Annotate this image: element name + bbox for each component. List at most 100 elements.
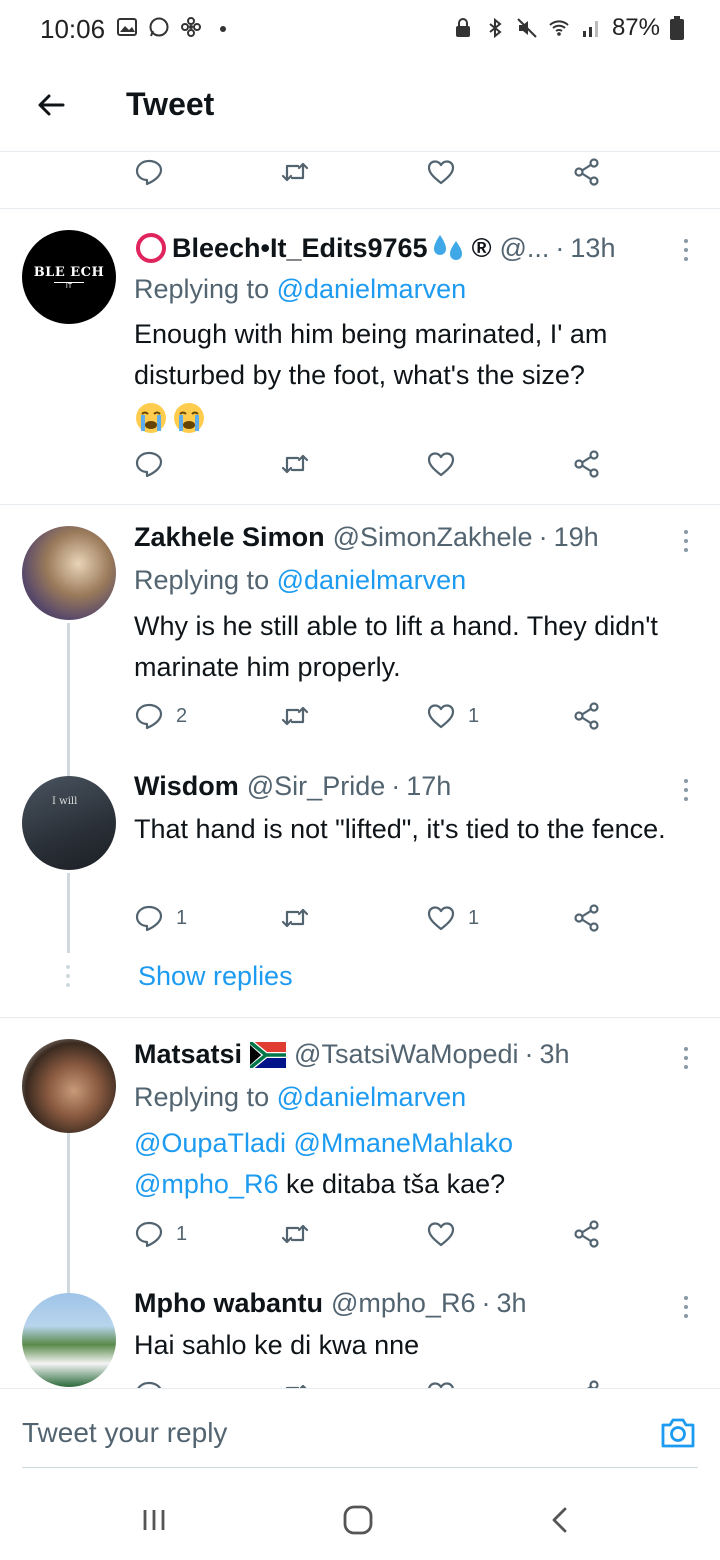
display-name[interactable]: Zakhele Simon bbox=[134, 522, 325, 553]
replying-mention[interactable]: @danielmarven bbox=[277, 565, 467, 595]
mention-link[interactable]: @mpho_R6 bbox=[134, 1169, 278, 1199]
replying-to: Replying to @danielmarven bbox=[134, 274, 466, 305]
system-nav-bar bbox=[0, 1470, 720, 1560]
tweet-actions bbox=[134, 1379, 614, 1388]
tweet-actions: 2 1 bbox=[134, 701, 614, 741]
dot-icon bbox=[220, 26, 226, 32]
display-name[interactable]: Matsatsi bbox=[134, 1039, 242, 1070]
back-button[interactable] bbox=[28, 82, 74, 128]
separator-dot: · bbox=[524, 1039, 534, 1069]
reply-icon bbox=[135, 451, 163, 478]
replying-mention[interactable]: @danielmarven bbox=[277, 274, 467, 304]
retweet-button[interactable] bbox=[280, 1219, 310, 1249]
share-button[interactable] bbox=[572, 701, 602, 731]
mention-link[interactable]: @OupaTladi bbox=[134, 1128, 286, 1158]
page-title: Tweet bbox=[126, 86, 215, 122]
heart-icon bbox=[427, 906, 455, 931]
divider bbox=[0, 1017, 720, 1018]
circle-icon bbox=[136, 233, 166, 263]
reply-icon bbox=[135, 905, 163, 932]
mute-icon bbox=[517, 18, 537, 38]
like-button[interactable] bbox=[426, 1379, 456, 1388]
share-button[interactable] bbox=[572, 903, 602, 933]
handle[interactable]: @SimonZakhele bbox=[333, 522, 533, 553]
system-back-button[interactable] bbox=[540, 1500, 580, 1540]
reply-button[interactable] bbox=[134, 1379, 164, 1388]
retweet-icon bbox=[281, 454, 309, 474]
handle[interactable]: @... bbox=[499, 233, 549, 264]
replies-feed[interactable]: BLE ECH IT Bleech•It_Edits9765 ® @... · … bbox=[0, 153, 720, 1388]
more-options-button[interactable] bbox=[676, 526, 696, 556]
heart-icon bbox=[428, 1382, 454, 1388]
more-options-button[interactable] bbox=[676, 1043, 696, 1073]
avatar[interactable] bbox=[22, 1293, 116, 1387]
wifi-icon bbox=[549, 20, 569, 36]
separator-dot: · bbox=[555, 232, 565, 263]
like-button[interactable]: 1 bbox=[426, 701, 479, 731]
mention-link[interactable]: @MmaneMahlako bbox=[294, 1128, 514, 1158]
recent-apps-button[interactable] bbox=[134, 1500, 174, 1540]
reply-input[interactable]: Tweet your reply bbox=[22, 1417, 227, 1449]
camera-button[interactable] bbox=[658, 1413, 698, 1453]
bluetooth-icon bbox=[489, 17, 502, 39]
reply-button[interactable]: 1 bbox=[134, 903, 187, 933]
display-name[interactable]: Wisdom bbox=[134, 771, 239, 802]
reply-button[interactable] bbox=[134, 449, 164, 479]
reply-button[interactable]: 1 bbox=[134, 1219, 187, 1249]
tweet-header: Bleech•It_Edits9765 ® @... · 13h bbox=[134, 231, 694, 265]
replying-prefix: Replying to bbox=[134, 1082, 277, 1112]
timestamp: 3h bbox=[496, 1288, 527, 1318]
thread-line bbox=[67, 623, 70, 783]
tweet-text: Why is he still able to lift a hand. The… bbox=[134, 611, 658, 682]
avatar-logo-subtext: IT bbox=[53, 281, 85, 290]
reply-button[interactable] bbox=[134, 157, 164, 187]
sweat-droplets-icon bbox=[433, 235, 462, 260]
retweet-button[interactable] bbox=[280, 157, 310, 187]
handle[interactable]: @Sir_Pride bbox=[247, 771, 385, 802]
like-button[interactable] bbox=[426, 157, 456, 187]
retweet-button[interactable] bbox=[280, 1379, 310, 1388]
share-icon bbox=[574, 158, 599, 186]
retweet-icon bbox=[281, 1224, 309, 1244]
retweet-button[interactable] bbox=[280, 701, 310, 731]
avatar[interactable] bbox=[22, 1039, 116, 1133]
like-button[interactable] bbox=[426, 449, 456, 479]
share-button[interactable] bbox=[572, 449, 602, 479]
retweet-icon bbox=[281, 908, 309, 928]
avatar[interactable]: BLE ECH IT bbox=[22, 230, 116, 324]
display-name[interactable]: Bleech•It_Edits9765 bbox=[172, 233, 428, 264]
heart-icon bbox=[427, 1222, 455, 1247]
home-button[interactable] bbox=[338, 1500, 378, 1540]
reply-button[interactable]: 2 bbox=[134, 701, 187, 731]
display-name[interactable]: Mpho wabantu bbox=[134, 1288, 323, 1319]
share-button[interactable] bbox=[572, 157, 602, 187]
avatar-text: I will bbox=[52, 796, 78, 807]
chevron-left-icon bbox=[552, 1507, 567, 1533]
replying-mention[interactable]: @danielmarven bbox=[277, 1082, 467, 1112]
handle[interactable]: @mpho_R6 bbox=[331, 1288, 475, 1319]
avatar[interactable] bbox=[22, 526, 116, 620]
tweet-text: Enough with him being marinated, I' am d… bbox=[134, 314, 694, 437]
share-button[interactable] bbox=[572, 1379, 602, 1388]
more-options-button[interactable] bbox=[676, 235, 696, 265]
replying-to: Replying to @danielmarven bbox=[134, 1082, 466, 1113]
more-options-button[interactable] bbox=[676, 775, 696, 805]
tweet-header: Zakhele Simon @SimonZakhele · 19h bbox=[134, 522, 694, 553]
lock-icon bbox=[455, 18, 470, 37]
tweet-text-content: Enough with him being marinated, I' am d… bbox=[134, 319, 608, 390]
like-button[interactable]: 1 bbox=[426, 903, 479, 933]
show-replies-link[interactable]: Show replies bbox=[138, 961, 293, 992]
retweet-button[interactable] bbox=[280, 903, 310, 933]
gallery-icon bbox=[117, 18, 137, 36]
retweet-button[interactable] bbox=[280, 449, 310, 479]
heart-icon bbox=[427, 704, 455, 729]
share-button[interactable] bbox=[572, 1219, 602, 1249]
like-button[interactable] bbox=[426, 1219, 456, 1249]
handle[interactable]: @TsatsiWaMopedi bbox=[294, 1039, 518, 1070]
system-icons: 87% bbox=[452, 14, 684, 42]
avatar[interactable]: I will bbox=[22, 776, 116, 870]
more-options-button[interactable] bbox=[676, 1292, 696, 1322]
divider bbox=[0, 208, 720, 209]
share-icon bbox=[574, 904, 599, 932]
share-icon bbox=[587, 1380, 599, 1388]
